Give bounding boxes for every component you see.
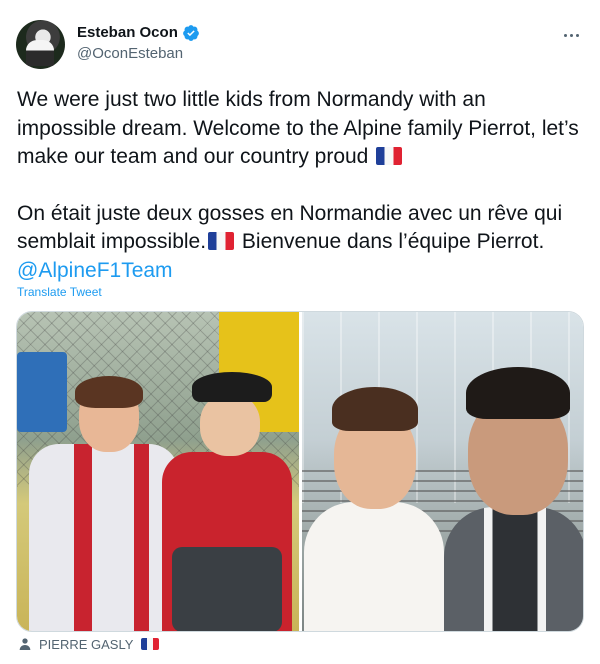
tweet-card: Esteban Ocon @OconEsteban We were just t… (0, 0, 600, 664)
author-display-name-row[interactable]: Esteban Ocon (77, 23, 200, 43)
tweet-text: We were just two little kids from Norman… (17, 86, 587, 286)
person-icon (19, 638, 31, 650)
france-flag-icon (208, 232, 235, 251)
tweet-text-english: We were just two little kids from Norman… (17, 86, 587, 172)
childhood-photo[interactable] (17, 312, 299, 631)
mention-link[interactable]: @AlpineF1Team (17, 259, 173, 282)
tweet-text-en: We were just two little kids from Norman… (17, 88, 579, 169)
author-display-name[interactable]: Esteban Ocon (77, 23, 178, 43)
tweet-text-fr-after: Bienvenue dans l’équipe Pierrot. (236, 230, 545, 254)
verified-badge-icon (182, 25, 199, 41)
more-options-icon[interactable] (560, 24, 582, 46)
avatar[interactable] (16, 20, 65, 69)
tweet-text-french: On était juste deux gosses en Normandie … (17, 200, 587, 286)
france-flag-icon (376, 147, 403, 166)
author-info: Esteban Ocon @OconEsteban (77, 23, 200, 64)
tagged-users[interactable]: PIERRE GASLY (17, 636, 161, 652)
selfie-photo[interactable] (302, 312, 583, 631)
tagged-user-name[interactable]: PIERRE GASLY (39, 637, 133, 652)
france-flag-icon (141, 638, 160, 650)
tweet-header: Esteban Ocon @OconEsteban (16, 20, 584, 70)
author-handle[interactable]: @OconEsteban (77, 44, 200, 64)
tweet-media (16, 311, 584, 632)
translate-tweet-link[interactable]: Translate Tweet (17, 285, 102, 299)
